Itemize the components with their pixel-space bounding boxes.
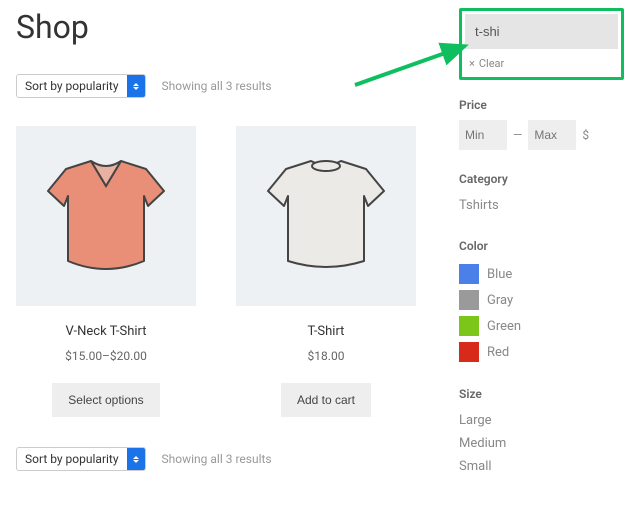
clear-search-link[interactable]: × Clear xyxy=(465,49,618,74)
bottom-toolbar: Sort by popularity Showing all 3 results xyxy=(16,447,439,471)
price-dash: — xyxy=(513,128,522,142)
search-input[interactable] xyxy=(465,14,618,49)
product-price: $15.00–$20.00 xyxy=(16,349,196,363)
category-item[interactable]: Tshirts xyxy=(459,194,624,217)
price-currency: $ xyxy=(582,128,589,142)
product-image[interactable] xyxy=(236,126,416,306)
color-swatch xyxy=(459,316,479,336)
color-option-green[interactable]: Green xyxy=(459,313,624,339)
color-label: Red xyxy=(487,345,509,360)
color-label: Green xyxy=(487,319,521,334)
filter-title-category: Category xyxy=(459,172,624,186)
page-title: Shop xyxy=(16,8,439,46)
sort-select[interactable]: Sort by popularity xyxy=(16,74,146,98)
product-price: $18.00 xyxy=(236,349,416,363)
category-filter: Category Tshirts xyxy=(459,172,624,217)
result-count: Showing all 3 results xyxy=(162,79,272,93)
filter-title-color: Color xyxy=(459,239,624,253)
color-swatch xyxy=(459,290,479,310)
color-option-red[interactable]: Red xyxy=(459,339,624,365)
size-item[interactable]: Small xyxy=(459,455,624,478)
product-grid: V-Neck T-Shirt $15.00–$20.00 Select opti… xyxy=(16,126,439,417)
chevrons-icon xyxy=(127,75,145,97)
color-option-gray[interactable]: Gray xyxy=(459,287,624,313)
price-min-input[interactable] xyxy=(459,120,507,150)
add-to-cart-button[interactable]: Add to cart xyxy=(281,383,371,417)
product-card: V-Neck T-Shirt $15.00–$20.00 Select opti… xyxy=(16,126,196,417)
color-label: Gray xyxy=(487,293,513,308)
tshirt-vneck-icon xyxy=(36,151,176,281)
product-image[interactable] xyxy=(16,126,196,306)
size-item[interactable]: Large xyxy=(459,409,624,432)
top-toolbar: Sort by popularity Showing all 3 results xyxy=(16,74,439,98)
clear-label: Clear xyxy=(479,57,504,70)
color-label: Blue xyxy=(487,267,512,282)
product-name: T-Shirt xyxy=(236,324,416,339)
tshirt-icon xyxy=(256,151,396,281)
color-option-blue[interactable]: Blue xyxy=(459,261,624,287)
filter-title-price: Price xyxy=(459,98,624,112)
search-highlight-box: × Clear xyxy=(459,8,624,80)
filter-title-size: Size xyxy=(459,387,624,401)
color-swatch xyxy=(459,342,479,362)
sort-select-label: Sort by popularity xyxy=(17,79,127,93)
size-item[interactable]: Medium xyxy=(459,432,624,455)
select-options-button[interactable]: Select options xyxy=(52,383,159,417)
color-filter: Color Blue Gray Green Red xyxy=(459,239,624,365)
close-icon: × xyxy=(469,57,475,70)
price-max-input[interactable] xyxy=(528,120,576,150)
price-filter: Price — $ xyxy=(459,98,624,150)
result-count: Showing all 3 results xyxy=(162,452,272,466)
sort-select[interactable]: Sort by popularity xyxy=(16,447,146,471)
product-card: T-Shirt $18.00 Add to cart xyxy=(236,126,416,417)
sidebar: × Clear Price — $ Category Tshirts Color… xyxy=(459,8,624,500)
product-name: V-Neck T-Shirt xyxy=(16,324,196,339)
chevrons-icon xyxy=(127,448,145,470)
size-filter: Size Large Medium Small xyxy=(459,387,624,478)
sort-select-label: Sort by popularity xyxy=(17,452,127,466)
color-swatch xyxy=(459,264,479,284)
